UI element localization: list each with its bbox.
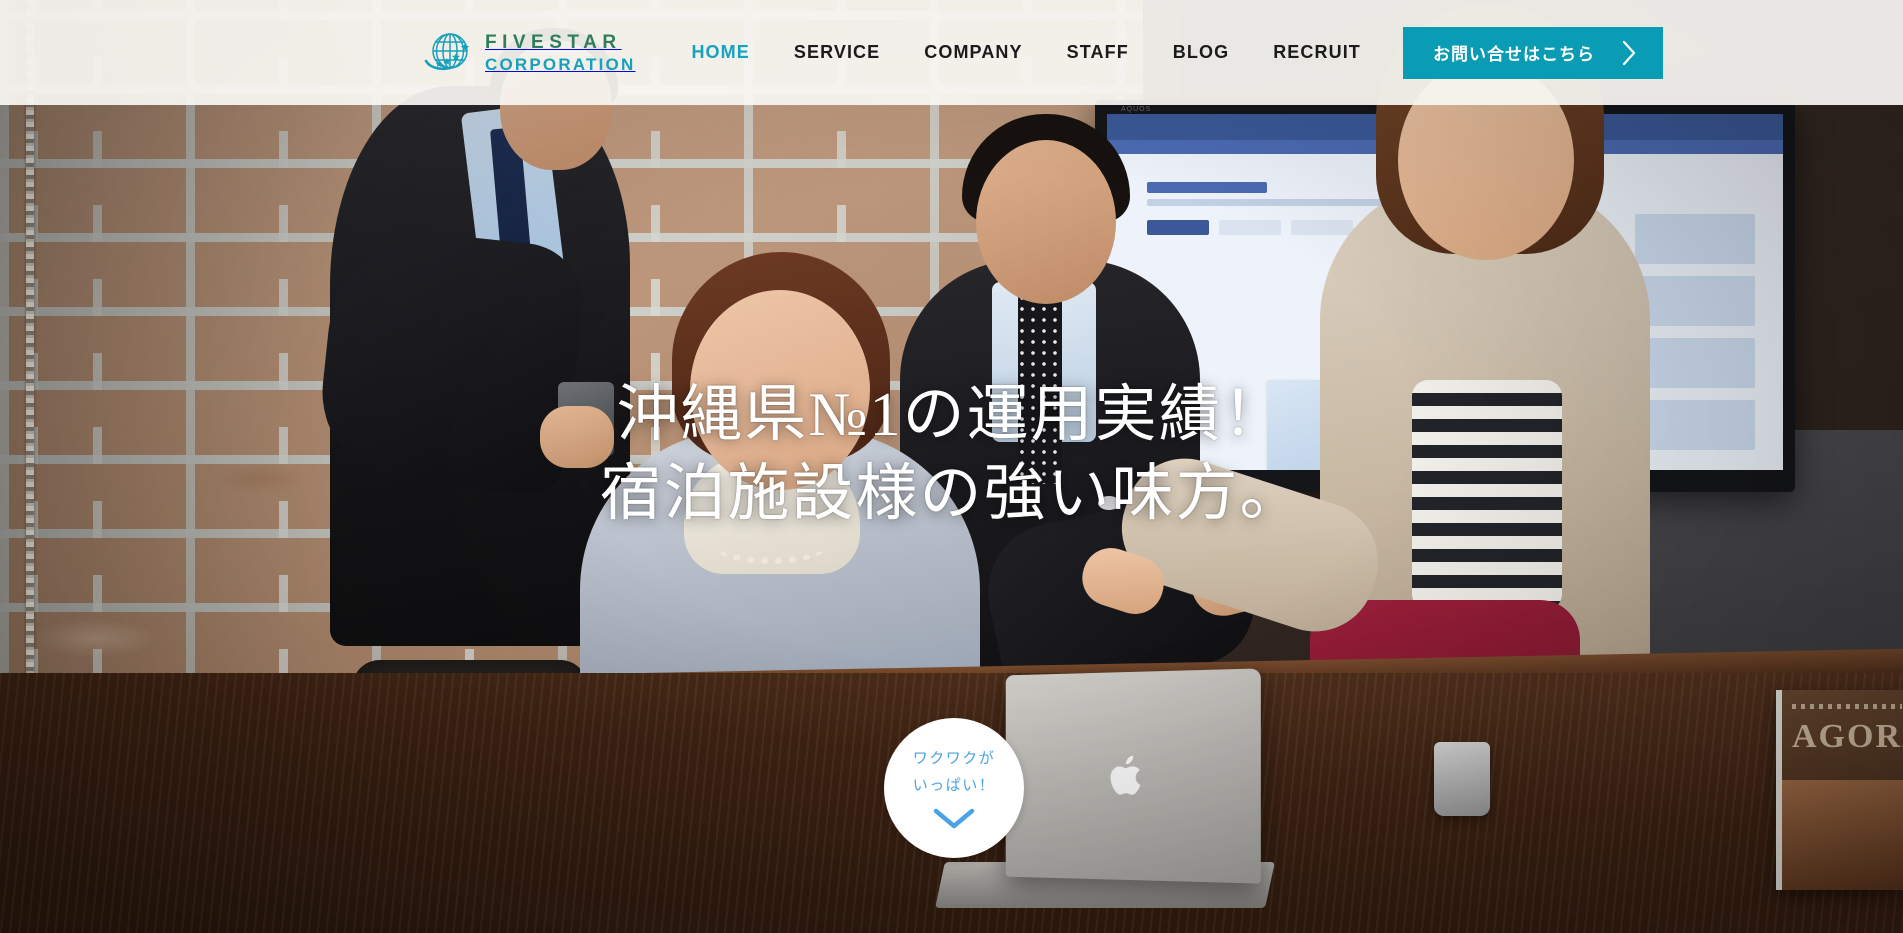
screen-heading [1147, 182, 1267, 193]
screen-text-line [1147, 199, 1387, 206]
chevron-down-icon [933, 808, 975, 828]
nav-item-service[interactable]: SERVICE [772, 42, 902, 63]
magazine-header-dots [1792, 704, 1902, 709]
striped-top [1412, 380, 1562, 610]
brand-line-2: CORPORATION [485, 54, 636, 74]
screen-sidebar [1635, 214, 1755, 462]
screen-tab [1291, 220, 1353, 235]
magazine-cover-photo [1782, 780, 1903, 890]
metal-mug [1434, 742, 1490, 816]
screen-sidebar-block [1635, 214, 1755, 264]
magazine: AGORA [1776, 690, 1903, 890]
contact-cta-button[interactable]: お問い合せはこちら [1403, 26, 1663, 79]
nav-item-recruit[interactable]: RECRUIT [1251, 42, 1383, 63]
header-inner: FIVESTAR CORPORATION HOME SERVICE COMPAN… [0, 26, 1903, 79]
screen-tab [1147, 220, 1209, 235]
screen-tab [1219, 220, 1281, 235]
brand-wordmark: FIVESTAR CORPORATION [485, 33, 635, 73]
landing-page: AQUOS AGOR 沖縄県№1の運用実績！ 宿泊施設様の強い味方。 ワクワクが… [0, 0, 1903, 933]
chevron-right-icon [1622, 40, 1636, 65]
necktie [1018, 294, 1062, 484]
apple-logo-icon [1110, 755, 1141, 795]
face [976, 140, 1116, 304]
scroll-down-badge[interactable]: ワクワクが いっぱい！ [884, 718, 1024, 858]
face [690, 290, 870, 490]
hand [540, 406, 614, 468]
contact-cta-label: お問い合せはこちら [1433, 45, 1595, 64]
brand-logo-link[interactable]: FIVESTAR CORPORATION [420, 28, 635, 78]
screen-sidebar-block [1635, 400, 1755, 450]
laptop [1005, 668, 1261, 884]
nav-item-company[interactable]: COMPANY [902, 42, 1044, 63]
screen-sidebar-block [1635, 338, 1755, 388]
scroll-badge-line-2: いっぱい！ [912, 776, 996, 794]
scroll-badge-line-1: ワクワクが [912, 748, 996, 767]
screen-sidebar-block [1635, 276, 1755, 326]
magazine-title: AGORA [1792, 718, 1903, 755]
brand-line-1: FIVESTAR [485, 31, 622, 53]
necklace [716, 530, 826, 564]
site-header: FIVESTAR CORPORATION HOME SERVICE COMPAN… [0, 0, 1903, 105]
nav-item-staff[interactable]: STAFF [1045, 42, 1151, 63]
globe-star-logo-icon [424, 32, 470, 70]
monitor-brand-label: AQUOS [1121, 106, 1152, 113]
nav-item-home[interactable]: HOME [669, 42, 771, 63]
main-navigation: HOME SERVICE COMPANY STAFF BLOG RECRUIT [669, 42, 1382, 63]
nav-item-blog[interactable]: BLOG [1151, 42, 1251, 63]
